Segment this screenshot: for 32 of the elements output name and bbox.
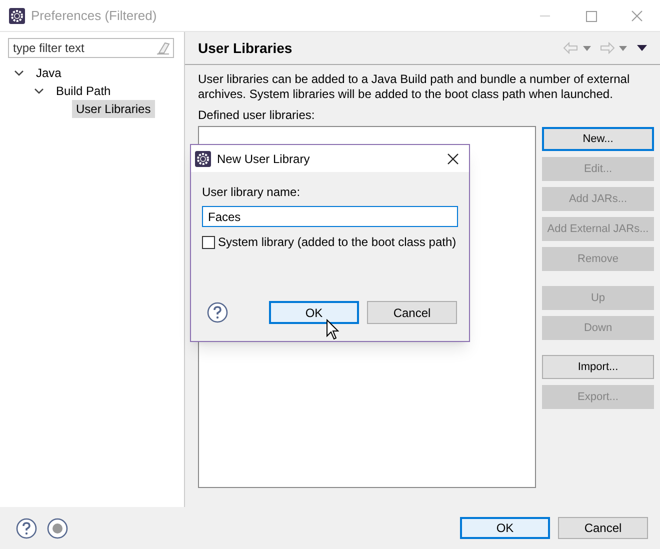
help-icon[interactable] [16,518,37,538]
close-icon[interactable] [447,152,459,164]
menu-icon[interactable] [637,45,647,51]
filter-field[interactable]: type filter text [8,38,174,58]
window-title: Preferences (Filtered) [31,6,157,25]
dialog-title: New User Library [217,150,310,168]
list-label: Defined user libraries: [198,108,316,123]
description-text: User libraries can be added to a Java Build path and bundle a number of external archives. System libraries will be added to the boot class path when launched. [198,72,631,102]
side-button[interactable]: Import... [542,355,654,379]
tree-item[interactable]: User Libraries [72,100,155,118]
checkbox-label[interactable]: System library (added to the boot class path) [218,233,456,251]
side-button[interactable]: New... [542,127,654,151]
cursor-icon [326,319,339,340]
gear-icon [195,150,211,166]
chevron-down-icon[interactable] [14,68,24,78]
record-icon[interactable] [47,518,68,538]
dropdown-icon[interactable] [619,46,627,50]
tree-item[interactable]: Build Path [52,82,115,100]
dropdown-icon[interactable] [583,46,591,50]
ok-button[interactable]: OK [269,301,359,324]
page-title: User Libraries [198,38,292,58]
tree-item[interactable]: Java [32,64,66,82]
library-name-field[interactable]: Faces [202,206,458,227]
help-icon[interactable] [207,302,228,323]
gear-icon [9,8,25,24]
eraser-icon[interactable] [156,41,170,55]
chevron-down-icon[interactable] [34,86,44,96]
field-label: User library name: [202,185,302,200]
ok-button[interactable]: OK [460,517,550,539]
cancel-button[interactable]: Cancel [367,301,457,324]
cancel-button[interactable]: Cancel [558,517,648,539]
checkbox[interactable] [202,236,215,248]
